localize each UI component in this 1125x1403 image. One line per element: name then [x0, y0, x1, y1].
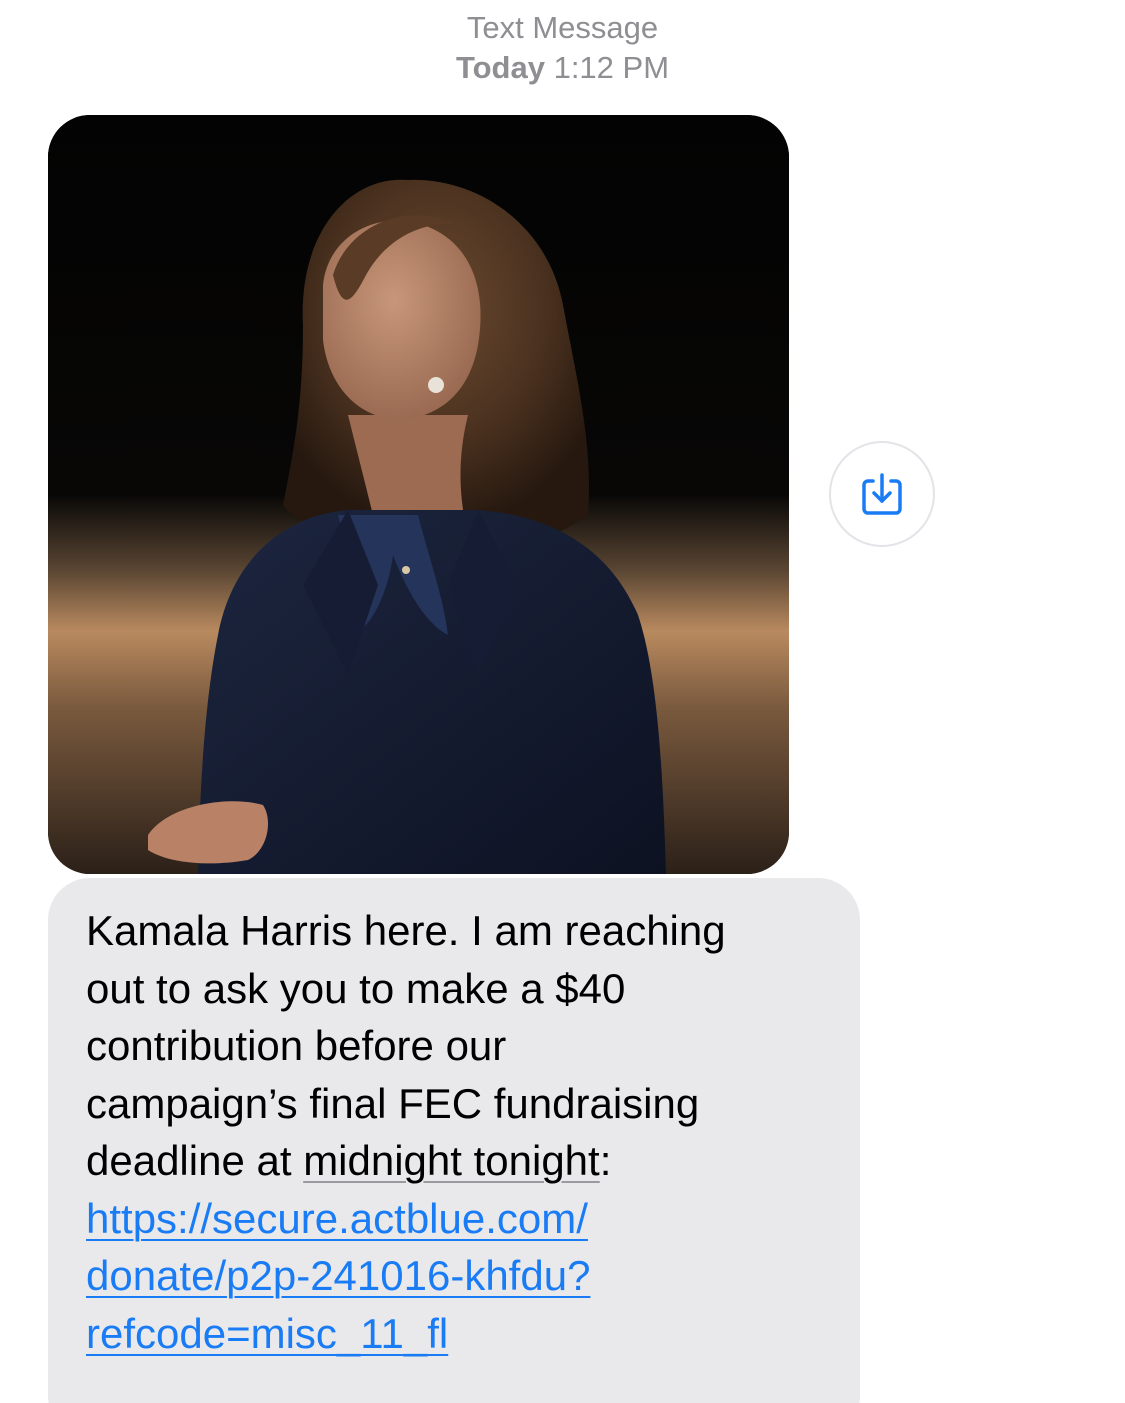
save-photo-button[interactable] — [829, 441, 935, 547]
deadline-prefix: deadline at — [86, 1137, 304, 1184]
donation-link[interactable]: donate/p2p-241016-khfdu? — [86, 1247, 830, 1305]
save-to-photos-icon — [862, 473, 902, 515]
message-text-line: out to ask you to make a $40 — [86, 964, 626, 1012]
timestamp-day: Today — [455, 50, 545, 85]
donation-link[interactable]: https://secure.actblue.com/ — [86, 1190, 830, 1248]
message-text-line: contribution before our — [86, 1022, 507, 1069]
message-text-line: Kamala Harris here. I am reaching — [86, 907, 726, 954]
timestamp-time: 1:12 PM — [553, 50, 670, 85]
donation-link-line[interactable]: donate/p2p-241016-khfdu? — [86, 1252, 590, 1299]
donation-link[interactable]: refcode=misc_11_fl — [86, 1305, 830, 1363]
donation-link-line[interactable]: https://secure.actblue.com/ — [86, 1195, 588, 1242]
donation-link-line[interactable]: refcode=misc_11_fl — [86, 1310, 448, 1357]
service-label: Text Message — [466, 10, 659, 45]
timestamp: Today 1:12 PM — [0, 48, 1125, 88]
message-photo[interactable] — [48, 115, 789, 874]
message-text-line: deadline at midnight tonight: — [86, 1132, 830, 1190]
message-thread: Text Message Today 1:12 PM Kamala Harris… — [0, 0, 1125, 1403]
deadline-suffix: : — [599, 1137, 612, 1184]
message-bubble[interactable]: Kamala Harris here. I am reaching out to… — [48, 878, 860, 1403]
portrait-image — [48, 115, 789, 874]
deadline-date-link[interactable]: midnight tonight — [303, 1137, 600, 1184]
message-text-line: campaign’s final FEC fundraising — [86, 1079, 700, 1127]
message-timestamp-header: Text Message Today 1:12 PM — [0, 8, 1125, 88]
